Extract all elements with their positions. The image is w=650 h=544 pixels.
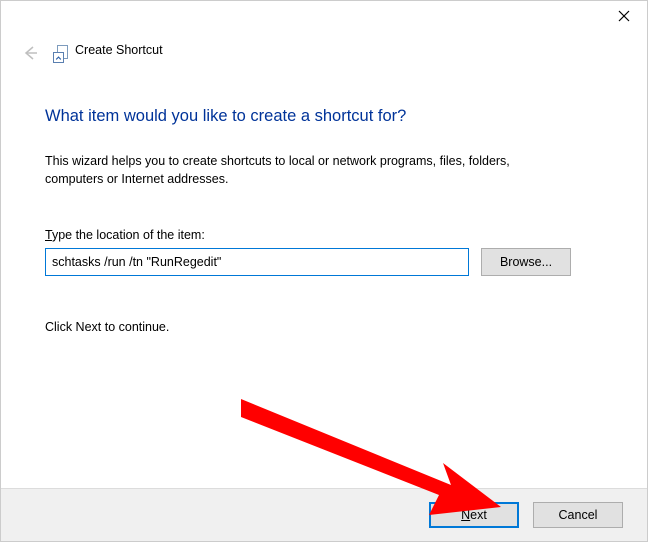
next-button[interactable]: Next [429, 502, 519, 528]
create-shortcut-dialog: Create Shortcut What item would you like… [0, 0, 648, 542]
page-heading: What item would you like to create a sho… [45, 107, 617, 126]
titlebar [1, 1, 647, 33]
browse-button[interactable]: Browse... [481, 248, 571, 276]
intro-text: This wizard helps you to create shortcut… [45, 152, 565, 188]
continue-hint: Click Next to continue. [45, 320, 617, 334]
shortcut-icon [53, 45, 69, 61]
back-icon [21, 43, 41, 63]
location-label-accel: T [45, 228, 52, 242]
next-accel: N [461, 508, 470, 522]
location-input[interactable] [45, 248, 469, 276]
location-label: Type the location of the item: [45, 228, 617, 242]
wizard-title: Create Shortcut [75, 43, 163, 57]
dialog-footer: Next Cancel [1, 488, 647, 541]
close-icon[interactable] [601, 1, 647, 31]
location-label-rest: ype the location of the item: [52, 228, 205, 242]
next-rest: ext [470, 508, 487, 522]
wizard-content: What item would you like to create a sho… [45, 101, 617, 334]
wizard-header: Create Shortcut [1, 33, 647, 69]
location-row: Browse... [45, 248, 617, 276]
cancel-button[interactable]: Cancel [533, 502, 623, 528]
